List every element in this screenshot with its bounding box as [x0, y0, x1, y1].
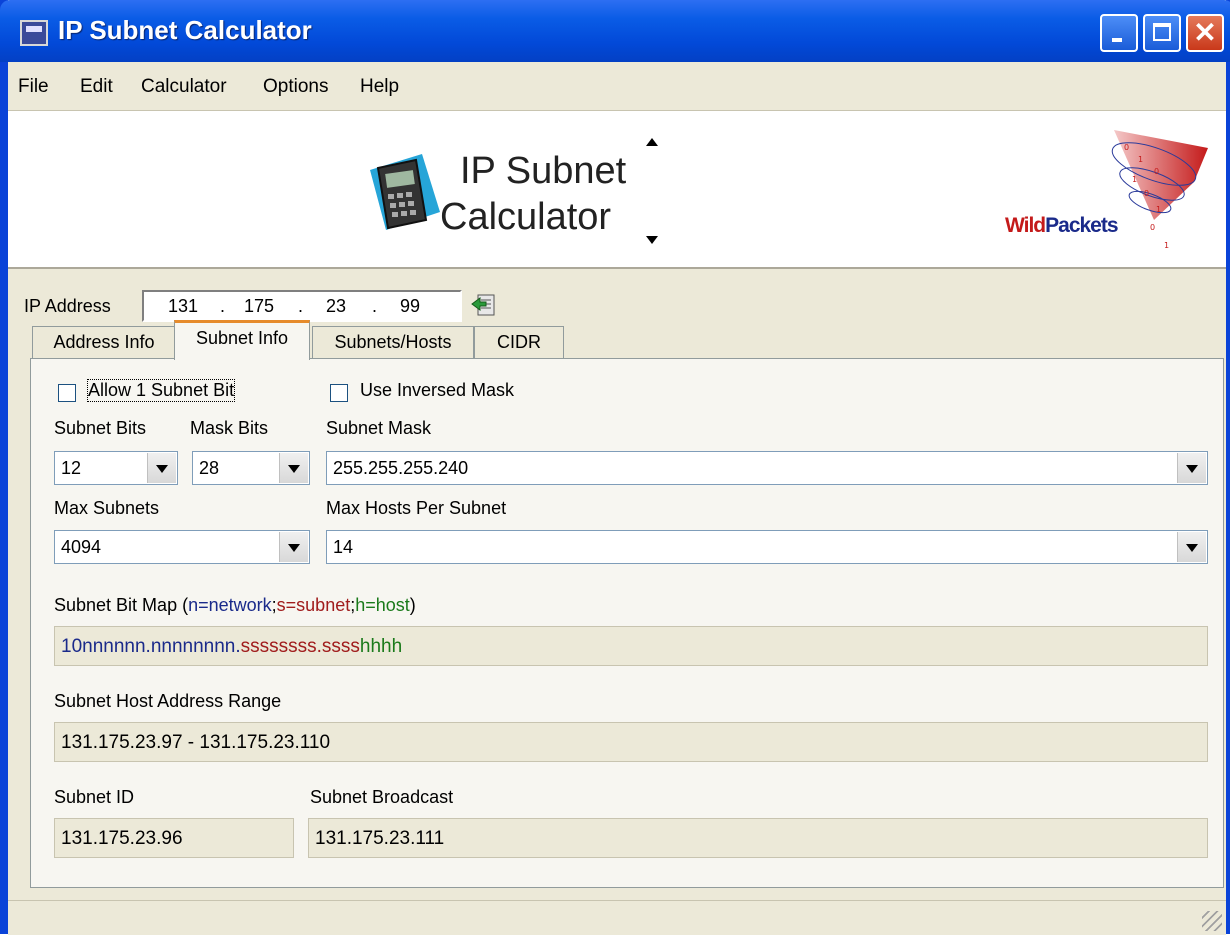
max-subnets-label: Max Subnets: [54, 498, 160, 518]
svg-text:1: 1: [1138, 155, 1143, 164]
wildpackets-brand: WildPackets: [1005, 214, 1119, 238]
chevron-down-icon[interactable]: [1177, 453, 1206, 483]
host-range-field: 131.175.23.97 - 131.175.23.110: [54, 722, 1208, 762]
ip-address-input[interactable]: 131 . 175 . 23 . 99: [142, 290, 462, 322]
menu-edit[interactable]: Edit: [80, 76, 113, 98]
chevron-down-icon[interactable]: [279, 453, 308, 483]
tab-subnet-info[interactable]: Subnet Info: [174, 320, 310, 360]
svg-text:0: 0: [1144, 189, 1149, 198]
brand-packets: Packets: [1045, 214, 1118, 237]
app-icon[interactable]: [20, 20, 48, 46]
subnet-bits-label: Subnet Bits: [54, 418, 147, 438]
menu-help[interactable]: Help: [360, 76, 399, 98]
subnet-bit-map-value: 10nnnnnn.nnnnnnnn.ssssssss.sssshhhh: [61, 636, 402, 658]
chevron-down-icon[interactable]: [1177, 532, 1206, 562]
ip-octet-1[interactable]: 131: [168, 296, 198, 317]
mask-bits-label: Mask Bits: [190, 418, 269, 438]
menu-bar: File Edit Calculator Options Help: [8, 62, 1226, 111]
close-button[interactable]: ✕: [1186, 14, 1224, 52]
subnet-broadcast-label: Subnet Broadcast: [310, 787, 454, 807]
menu-file[interactable]: File: [18, 76, 49, 98]
scroll-up-icon[interactable]: [646, 138, 658, 146]
allow-subnet-bit-label[interactable]: Allow 1 Subnet Bit: [86, 379, 236, 402]
scroll-down-icon[interactable]: [646, 236, 658, 244]
wildpackets-logo-icon: 010 101 01: [1111, 130, 1208, 250]
banner-title-line1: IP Subnet: [460, 150, 627, 192]
subnet-id-value: 131.175.23.96: [61, 828, 183, 849]
tab-cidr[interactable]: CIDR: [474, 326, 564, 358]
host-range-value: 131.175.23.97 - 131.175.23.110: [61, 732, 331, 753]
subnet-bits-dropdown[interactable]: 12: [54, 451, 178, 485]
svg-text:0: 0: [1154, 167, 1159, 176]
subnet-bits-value: 12: [61, 458, 82, 478]
subnet-id-field: 131.175.23.96: [54, 818, 294, 858]
app-window: IP Subnet Calculator ✕ File Edit Calcula…: [0, 0, 1230, 935]
max-subnets-dropdown[interactable]: 4094: [54, 530, 310, 564]
chevron-down-icon[interactable]: [147, 453, 176, 483]
host-range-label: Subnet Host Address Range: [54, 691, 282, 711]
subnet-broadcast-field: 131.175.23.111: [308, 818, 1208, 858]
subnet-mask-label: Subnet Mask: [326, 418, 432, 438]
use-inversed-mask-checkbox[interactable]: [330, 384, 348, 402]
bitmap-subnet-bits: ssssssss.ssss: [240, 636, 360, 657]
subnet-bit-map-field: 10nnnnnn.nnnnnnnn.ssssssss.sssshhhh: [54, 626, 1208, 666]
bitmap-network-bits: 10nnnnnn.nnnnnnnn.: [61, 636, 241, 657]
maximize-button[interactable]: [1143, 14, 1181, 52]
use-inversed-mask-label[interactable]: Use Inversed Mask: [360, 380, 514, 401]
subnet-mask-dropdown[interactable]: 255.255.255.240: [326, 451, 1208, 485]
subnet-id-label: Subnet ID: [54, 787, 135, 807]
ip-dot: .: [372, 296, 378, 316]
close-icon: ✕: [1193, 17, 1217, 48]
mask-bits-dropdown[interactable]: 28: [192, 451, 310, 485]
menu-calculator[interactable]: Calculator: [141, 76, 227, 98]
svg-text:1: 1: [1156, 205, 1161, 214]
menu-options[interactable]: Options: [263, 76, 328, 98]
max-hosts-dropdown[interactable]: 14: [326, 530, 1208, 564]
bitmap-label-suffix: ): [409, 595, 416, 615]
bitmap-legend-host: h=host: [355, 595, 410, 615]
lookup-icon[interactable]: [470, 292, 498, 318]
svg-text:0: 0: [1150, 223, 1155, 232]
ip-dot: .: [220, 296, 226, 316]
window-title: IP Subnet Calculator: [58, 15, 312, 45]
resize-grip-icon[interactable]: [1202, 911, 1222, 931]
ip-dot: .: [298, 296, 304, 316]
subnet-mask-value: 255.255.255.240: [333, 458, 469, 478]
max-hosts-value: 14: [333, 537, 354, 557]
ip-octet-2[interactable]: 175: [244, 296, 274, 317]
status-bar: [8, 900, 1226, 935]
tab-address-info[interactable]: Address Info: [32, 326, 176, 358]
subnet-broadcast-value: 131.175.23.111: [315, 828, 445, 849]
calculator-logo-icon: [370, 154, 440, 230]
maximize-icon: [1153, 23, 1171, 41]
bitmap-legend-subnet: s=subnet: [276, 595, 351, 615]
allow-subnet-bit-checkbox[interactable]: [58, 384, 76, 402]
mask-bits-value: 28: [199, 458, 220, 478]
chevron-down-icon[interactable]: [279, 532, 308, 562]
svg-text:1: 1: [1132, 175, 1137, 184]
bitmap-host-bits: hhhh: [359, 636, 403, 657]
bitmap-legend-network: n=network: [188, 595, 272, 615]
title-bar[interactable]: IP Subnet Calculator ✕: [0, 0, 1230, 62]
max-subnets-value: 4094: [61, 537, 102, 557]
svg-text:1: 1: [1164, 241, 1169, 250]
ip-octet-3[interactable]: 23: [326, 296, 346, 317]
minimize-icon: [1112, 38, 1122, 42]
svg-text:0: 0: [1124, 143, 1129, 152]
max-hosts-label: Max Hosts Per Subnet: [326, 498, 507, 518]
ip-address-label: IP Address: [24, 296, 111, 316]
bitmap-label-prefix: Subnet Bit Map (: [54, 595, 189, 615]
brand-wild: Wild: [1005, 214, 1046, 237]
minimize-button[interactable]: [1100, 14, 1138, 52]
banner-title-line2: Calculator: [440, 196, 612, 238]
subnet-bit-map-label: Subnet Bit Map (n=network;s=subnet;h=hos…: [54, 595, 416, 616]
tab-subnets-hosts[interactable]: Subnets/Hosts: [312, 326, 474, 358]
ip-octet-4[interactable]: 99: [400, 296, 420, 317]
